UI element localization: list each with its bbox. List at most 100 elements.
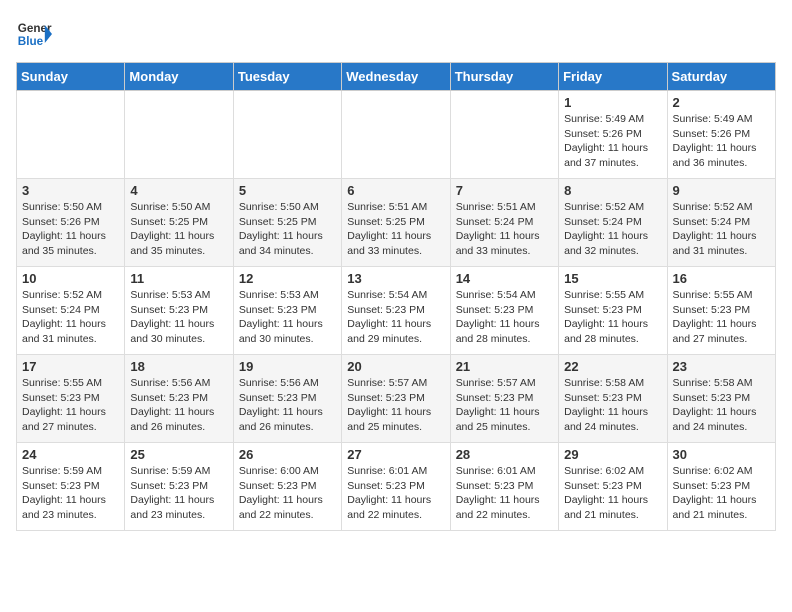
day-number: 28 — [456, 447, 553, 462]
day-number: 11 — [130, 271, 227, 286]
calendar-cell: 9 Sunrise: 5:52 AM Sunset: 5:24 PM Daylig… — [667, 179, 775, 267]
calendar-week-4: 17 Sunrise: 5:55 AM Sunset: 5:23 PM Dayli… — [17, 355, 776, 443]
calendar-week-3: 10 Sunrise: 5:52 AM Sunset: 5:24 PM Dayli… — [17, 267, 776, 355]
day-info: Sunrise: 5:52 AM Sunset: 5:24 PM Dayligh… — [22, 288, 119, 347]
weekday-header-saturday: Saturday — [667, 63, 775, 91]
calendar-cell: 12 Sunrise: 5:53 AM Sunset: 5:23 PM Dayli… — [233, 267, 341, 355]
day-info: Sunrise: 5:56 AM Sunset: 5:23 PM Dayligh… — [239, 376, 336, 435]
day-info: Sunrise: 5:59 AM Sunset: 5:23 PM Dayligh… — [130, 464, 227, 523]
calendar: SundayMondayTuesdayWednesdayThursdayFrid… — [16, 62, 776, 531]
day-info: Sunrise: 5:59 AM Sunset: 5:23 PM Dayligh… — [22, 464, 119, 523]
day-number: 12 — [239, 271, 336, 286]
day-info: Sunrise: 5:52 AM Sunset: 5:24 PM Dayligh… — [564, 200, 661, 259]
page-header: General Blue — [16, 16, 776, 52]
day-number: 22 — [564, 359, 661, 374]
day-info: Sunrise: 5:55 AM Sunset: 5:23 PM Dayligh… — [564, 288, 661, 347]
calendar-cell — [125, 91, 233, 179]
day-number: 4 — [130, 183, 227, 198]
day-info: Sunrise: 5:50 AM Sunset: 5:25 PM Dayligh… — [130, 200, 227, 259]
calendar-cell: 16 Sunrise: 5:55 AM Sunset: 5:23 PM Dayli… — [667, 267, 775, 355]
calendar-cell: 4 Sunrise: 5:50 AM Sunset: 5:25 PM Daylig… — [125, 179, 233, 267]
calendar-cell: 24 Sunrise: 5:59 AM Sunset: 5:23 PM Dayli… — [17, 443, 125, 531]
day-info: Sunrise: 5:54 AM Sunset: 5:23 PM Dayligh… — [347, 288, 444, 347]
day-info: Sunrise: 5:51 AM Sunset: 5:24 PM Dayligh… — [456, 200, 553, 259]
day-info: Sunrise: 5:57 AM Sunset: 5:23 PM Dayligh… — [456, 376, 553, 435]
day-number: 6 — [347, 183, 444, 198]
day-number: 5 — [239, 183, 336, 198]
day-info: Sunrise: 5:49 AM Sunset: 5:26 PM Dayligh… — [673, 112, 770, 171]
day-number: 29 — [564, 447, 661, 462]
day-info: Sunrise: 5:57 AM Sunset: 5:23 PM Dayligh… — [347, 376, 444, 435]
day-number: 15 — [564, 271, 661, 286]
calendar-cell — [450, 91, 558, 179]
calendar-cell: 13 Sunrise: 5:54 AM Sunset: 5:23 PM Dayli… — [342, 267, 450, 355]
calendar-cell: 26 Sunrise: 6:00 AM Sunset: 5:23 PM Dayli… — [233, 443, 341, 531]
day-number: 2 — [673, 95, 770, 110]
calendar-cell: 20 Sunrise: 5:57 AM Sunset: 5:23 PM Dayli… — [342, 355, 450, 443]
day-number: 17 — [22, 359, 119, 374]
calendar-header-row: SundayMondayTuesdayWednesdayThursdayFrid… — [17, 63, 776, 91]
day-number: 21 — [456, 359, 553, 374]
logo-icon: General Blue — [16, 16, 52, 52]
day-info: Sunrise: 6:00 AM Sunset: 5:23 PM Dayligh… — [239, 464, 336, 523]
calendar-cell — [233, 91, 341, 179]
weekday-header-monday: Monday — [125, 63, 233, 91]
day-number: 1 — [564, 95, 661, 110]
day-number: 30 — [673, 447, 770, 462]
day-info: Sunrise: 5:55 AM Sunset: 5:23 PM Dayligh… — [22, 376, 119, 435]
weekday-header-wednesday: Wednesday — [342, 63, 450, 91]
calendar-cell: 18Sunrise: 5:56 AM Sunset: 5:23 PM Dayli… — [125, 355, 233, 443]
weekday-header-friday: Friday — [559, 63, 667, 91]
weekday-header-thursday: Thursday — [450, 63, 558, 91]
day-number: 26 — [239, 447, 336, 462]
calendar-cell: 21 Sunrise: 5:57 AM Sunset: 5:23 PM Dayli… — [450, 355, 558, 443]
day-number: 27 — [347, 447, 444, 462]
day-info: Sunrise: 5:50 AM Sunset: 5:25 PM Dayligh… — [239, 200, 336, 259]
day-info: Sunrise: 5:52 AM Sunset: 5:24 PM Dayligh… — [673, 200, 770, 259]
calendar-cell — [17, 91, 125, 179]
day-info: Sunrise: 6:01 AM Sunset: 5:23 PM Dayligh… — [456, 464, 553, 523]
day-info: Sunrise: 5:49 AM Sunset: 5:26 PM Dayligh… — [564, 112, 661, 171]
day-number: 23 — [673, 359, 770, 374]
day-info: Sunrise: 5:58 AM Sunset: 5:23 PM Dayligh… — [564, 376, 661, 435]
day-number: 14 — [456, 271, 553, 286]
day-info: Sunrise: 5:53 AM Sunset: 5:23 PM Dayligh… — [130, 288, 227, 347]
day-info: Sunrise: 5:55 AM Sunset: 5:23 PM Dayligh… — [673, 288, 770, 347]
day-number: 3 — [22, 183, 119, 198]
calendar-week-1: 1 Sunrise: 5:49 AM Sunset: 5:26 PM Daylig… — [17, 91, 776, 179]
calendar-week-5: 24 Sunrise: 5:59 AM Sunset: 5:23 PM Dayli… — [17, 443, 776, 531]
calendar-cell: 29 Sunrise: 6:02 AM Sunset: 5:23 PM Dayli… — [559, 443, 667, 531]
day-info: Sunrise: 6:02 AM Sunset: 5:23 PM Dayligh… — [673, 464, 770, 523]
calendar-cell: 2 Sunrise: 5:49 AM Sunset: 5:26 PM Daylig… — [667, 91, 775, 179]
day-info: Sunrise: 5:54 AM Sunset: 5:23 PM Dayligh… — [456, 288, 553, 347]
calendar-cell: 25Sunrise: 5:59 AM Sunset: 5:23 PM Dayli… — [125, 443, 233, 531]
day-number: 13 — [347, 271, 444, 286]
weekday-header-sunday: Sunday — [17, 63, 125, 91]
day-number: 8 — [564, 183, 661, 198]
calendar-cell: 6Sunrise: 5:51 AM Sunset: 5:25 PM Daylig… — [342, 179, 450, 267]
day-info: Sunrise: 6:02 AM Sunset: 5:23 PM Dayligh… — [564, 464, 661, 523]
logo: General Blue — [16, 16, 52, 52]
calendar-cell: 23 Sunrise: 5:58 AM Sunset: 5:23 PM Dayli… — [667, 355, 775, 443]
calendar-cell: 1 Sunrise: 5:49 AM Sunset: 5:26 PM Daylig… — [559, 91, 667, 179]
calendar-cell: 7Sunrise: 5:51 AM Sunset: 5:24 PM Daylig… — [450, 179, 558, 267]
svg-text:Blue: Blue — [18, 35, 44, 48]
day-number: 20 — [347, 359, 444, 374]
calendar-cell: 14 Sunrise: 5:54 AM Sunset: 5:23 PM Dayli… — [450, 267, 558, 355]
day-info: Sunrise: 6:01 AM Sunset: 5:23 PM Dayligh… — [347, 464, 444, 523]
calendar-cell: 10 Sunrise: 5:52 AM Sunset: 5:24 PM Dayli… — [17, 267, 125, 355]
day-number: 9 — [673, 183, 770, 198]
day-info: Sunrise: 5:56 AM Sunset: 5:23 PM Dayligh… — [130, 376, 227, 435]
calendar-cell: 3Sunrise: 5:50 AM Sunset: 5:26 PM Daylig… — [17, 179, 125, 267]
day-number: 24 — [22, 447, 119, 462]
weekday-header-tuesday: Tuesday — [233, 63, 341, 91]
day-number: 16 — [673, 271, 770, 286]
calendar-cell: 22 Sunrise: 5:58 AM Sunset: 5:23 PM Dayli… — [559, 355, 667, 443]
day-info: Sunrise: 5:58 AM Sunset: 5:23 PM Dayligh… — [673, 376, 770, 435]
calendar-cell: 5 Sunrise: 5:50 AM Sunset: 5:25 PM Daylig… — [233, 179, 341, 267]
calendar-cell: 28 Sunrise: 6:01 AM Sunset: 5:23 PM Dayli… — [450, 443, 558, 531]
day-info: Sunrise: 5:53 AM Sunset: 5:23 PM Dayligh… — [239, 288, 336, 347]
calendar-cell: 8 Sunrise: 5:52 AM Sunset: 5:24 PM Daylig… — [559, 179, 667, 267]
day-number: 10 — [22, 271, 119, 286]
calendar-cell: 30 Sunrise: 6:02 AM Sunset: 5:23 PM Dayli… — [667, 443, 775, 531]
